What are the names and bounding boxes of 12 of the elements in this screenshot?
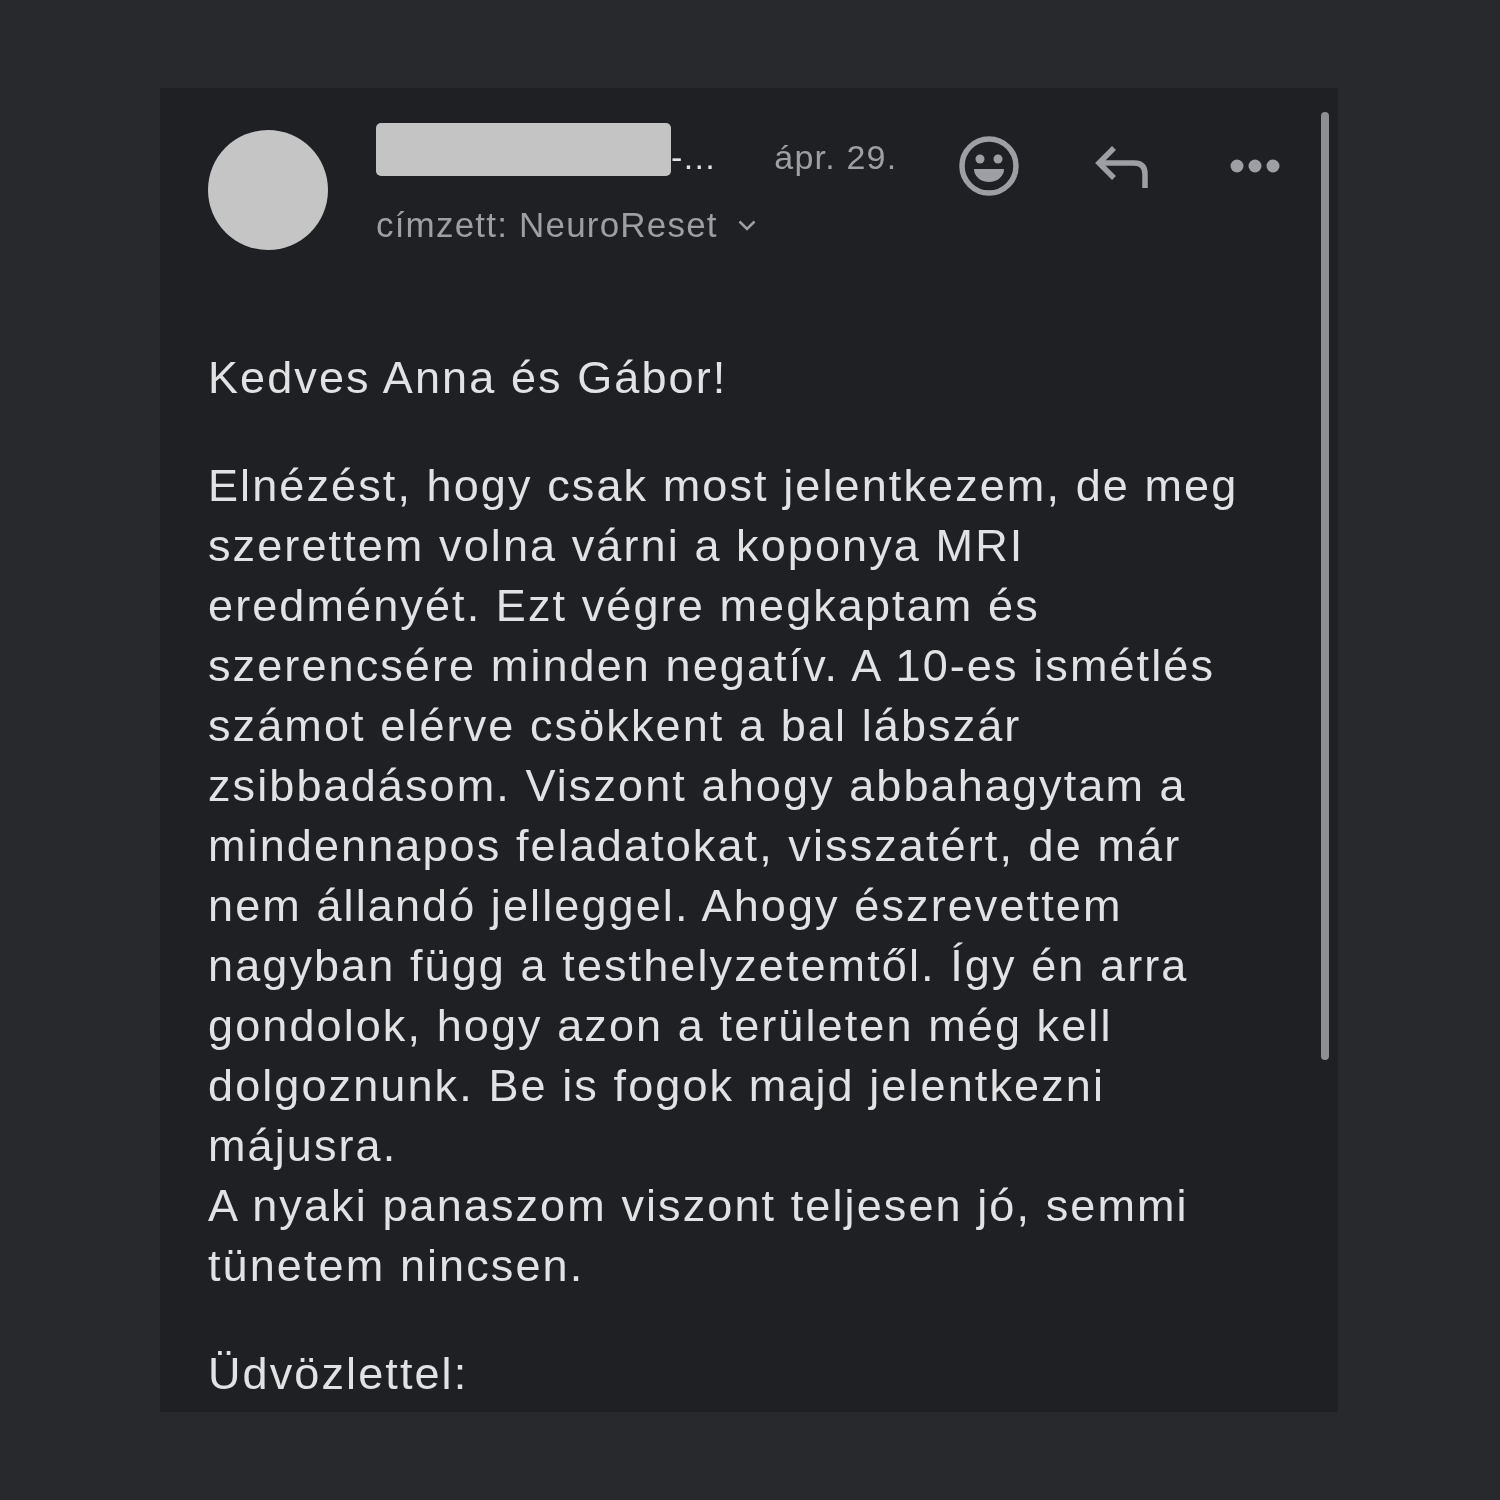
- body-paragraph: A nyaki panaszom viszont teljesen jó, semmi tünetem nincsen.: [208, 1179, 1190, 1293]
- more-icon[interactable]: [1230, 159, 1280, 173]
- smiley-icon[interactable]: [959, 136, 1019, 196]
- sender-name: -…: [671, 137, 717, 177]
- body-paragraph: Elnézést, hogy csak most jelentkezem, de meg szerettem volna várni a koponya MRI eredményét. Ezt végre megkaptam és szerencsére minden negatív. A 10-es ismétlés számot elérve csökkent a bal lábszár zsibbadásom. Viszont ahogy abbahagytam a mindennapos feladatokat, visszatért, de már nem állandó jelleggel. Ahogy észrevettem nagyban függ a testhelyzetemtől. Így én arra gondolok, hogy azon a területen még kell dolgoznunk. Be is fogok majd jelentkezni májusra.: [208, 459, 1240, 1173]
- scrollbar-thumb[interactable]: [1321, 112, 1329, 1060]
- message-date: ápr. 29.: [774, 137, 898, 177]
- recipient-label: címzett: NeuroReset: [376, 205, 718, 245]
- body-paragraph: Kedves Anna és Gábor!: [208, 351, 729, 405]
- chevron-down-icon[interactable]: [737, 219, 756, 231]
- reply-icon[interactable]: [1094, 144, 1150, 188]
- body-paragraph: Üdvözlettel:: [208, 1347, 470, 1401]
